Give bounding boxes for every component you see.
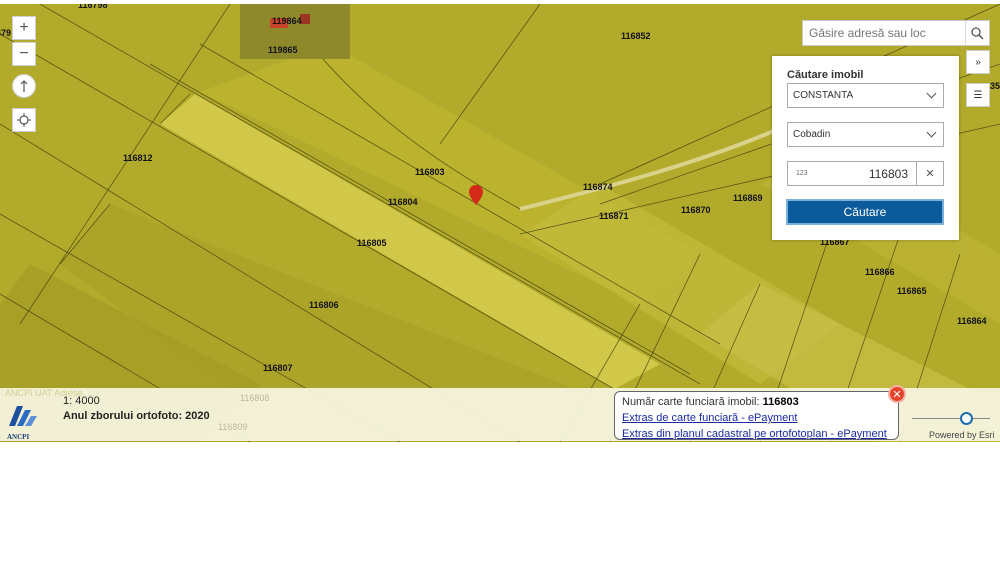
parcel-label: 116798 — [78, 4, 108, 10]
compass-button[interactable] — [12, 74, 36, 98]
parcel-label: 116806 — [309, 300, 339, 310]
parcel-label: 116874 — [583, 182, 613, 192]
county-select[interactable]: CONSTANTA — [787, 83, 944, 108]
land-book-extract-link[interactable]: Extras de carte funciară - ePayment — [622, 410, 891, 426]
close-popup-button[interactable]: ✕ — [888, 385, 906, 403]
map-view[interactable]: 116798 119864 119865 116852 116812 11680… — [0, 4, 1000, 442]
zoom-out-button[interactable]: − — [12, 42, 36, 66]
footer-bar: ANCPI UAT Adrese. ... ANCPI 1: 4000 Anul… — [0, 385, 1000, 441]
crosshair-icon — [17, 113, 31, 127]
parcel-info-popup: Număr carte funciară imobil: 116803 Extr… — [614, 391, 899, 440]
layer-list-button[interactable]: ☰ — [966, 83, 990, 107]
search-button[interactable] — [965, 21, 989, 45]
chevron-down-icon — [926, 88, 937, 99]
parcel-label: 116804 — [388, 197, 418, 207]
parcel-label: 116870 — [681, 205, 711, 215]
collapse-panel-button[interactable]: » — [966, 50, 990, 74]
parcel-label: 119865 — [268, 45, 298, 55]
parcel-label: 116871 — [599, 211, 629, 221]
property-search-button[interactable]: Căutare — [786, 199, 944, 225]
zoom-in-button[interactable]: + — [12, 16, 36, 40]
parcel-label: 116852 — [621, 31, 651, 41]
chevron-down-icon — [926, 127, 937, 138]
property-search-panel: Căutare imobil CONSTANTA Cobadin 123 116… — [772, 56, 959, 240]
map-scale: 1: 4000 — [63, 395, 100, 407]
parcel-label: 116803 — [415, 167, 445, 177]
land-book-label: Număr carte funciară imobil: — [622, 396, 763, 408]
parcel-label: 116865 — [897, 286, 927, 296]
ancpi-logo-graphic — [9, 406, 37, 426]
land-book-number: 116803 — [762, 396, 799, 408]
location-pin-icon[interactable] — [469, 185, 483, 205]
parcel-label: 116866 — [865, 267, 895, 277]
search-icon — [971, 26, 984, 40]
opacity-slider-thumb[interactable] — [960, 412, 973, 425]
ancpi-logo-text: ANCPI — [7, 433, 30, 441]
parcel-label: 116864 — [957, 316, 987, 326]
parcel-label: 116809 — [218, 422, 248, 432]
opacity-slider-track[interactable] — [912, 418, 990, 419]
parcel-label: 35 — [990, 81, 1000, 91]
parcel-label: 119864 — [272, 16, 302, 26]
parcel-label: 679 — [0, 28, 12, 38]
ortho-year: Anul zborului ortofoto: 2020 — [63, 410, 210, 422]
land-book-number-line: Număr carte funciară imobil: 116803 — [622, 394, 891, 410]
cadastral-plan-extract-link[interactable]: Extras din planul cadastral pe ortofotop… — [622, 426, 891, 442]
close-icon: ✕ — [892, 388, 902, 401]
locate-button[interactable] — [12, 108, 36, 132]
locality-select[interactable]: Cobadin — [787, 122, 944, 147]
locality-value: Cobadin — [793, 129, 831, 140]
address-search-input[interactable] — [803, 21, 965, 45]
panel-title: Căutare imobil — [787, 69, 864, 81]
ancpi-logo: ANCPI — [7, 402, 47, 441]
parcel-label: 116808 — [240, 393, 270, 403]
county-value: CONSTANTA — [793, 90, 854, 101]
north-arrow-icon — [20, 80, 28, 92]
address-search[interactable] — [802, 20, 990, 46]
clear-button[interactable]: ✕ — [917, 161, 944, 186]
property-number-value: 116803 — [868, 166, 908, 181]
parcel-label: 116812 — [123, 153, 153, 163]
parcel-label: 116869 — [733, 193, 763, 203]
numeric-hint-icon: 123 — [796, 170, 808, 177]
powered-by-esri: Powered by Esri — [929, 430, 995, 440]
parcel-label: 116807 — [263, 363, 293, 373]
property-number-input[interactable]: 123 116803 — [787, 161, 917, 186]
parcel-label: 116805 — [357, 238, 387, 248]
